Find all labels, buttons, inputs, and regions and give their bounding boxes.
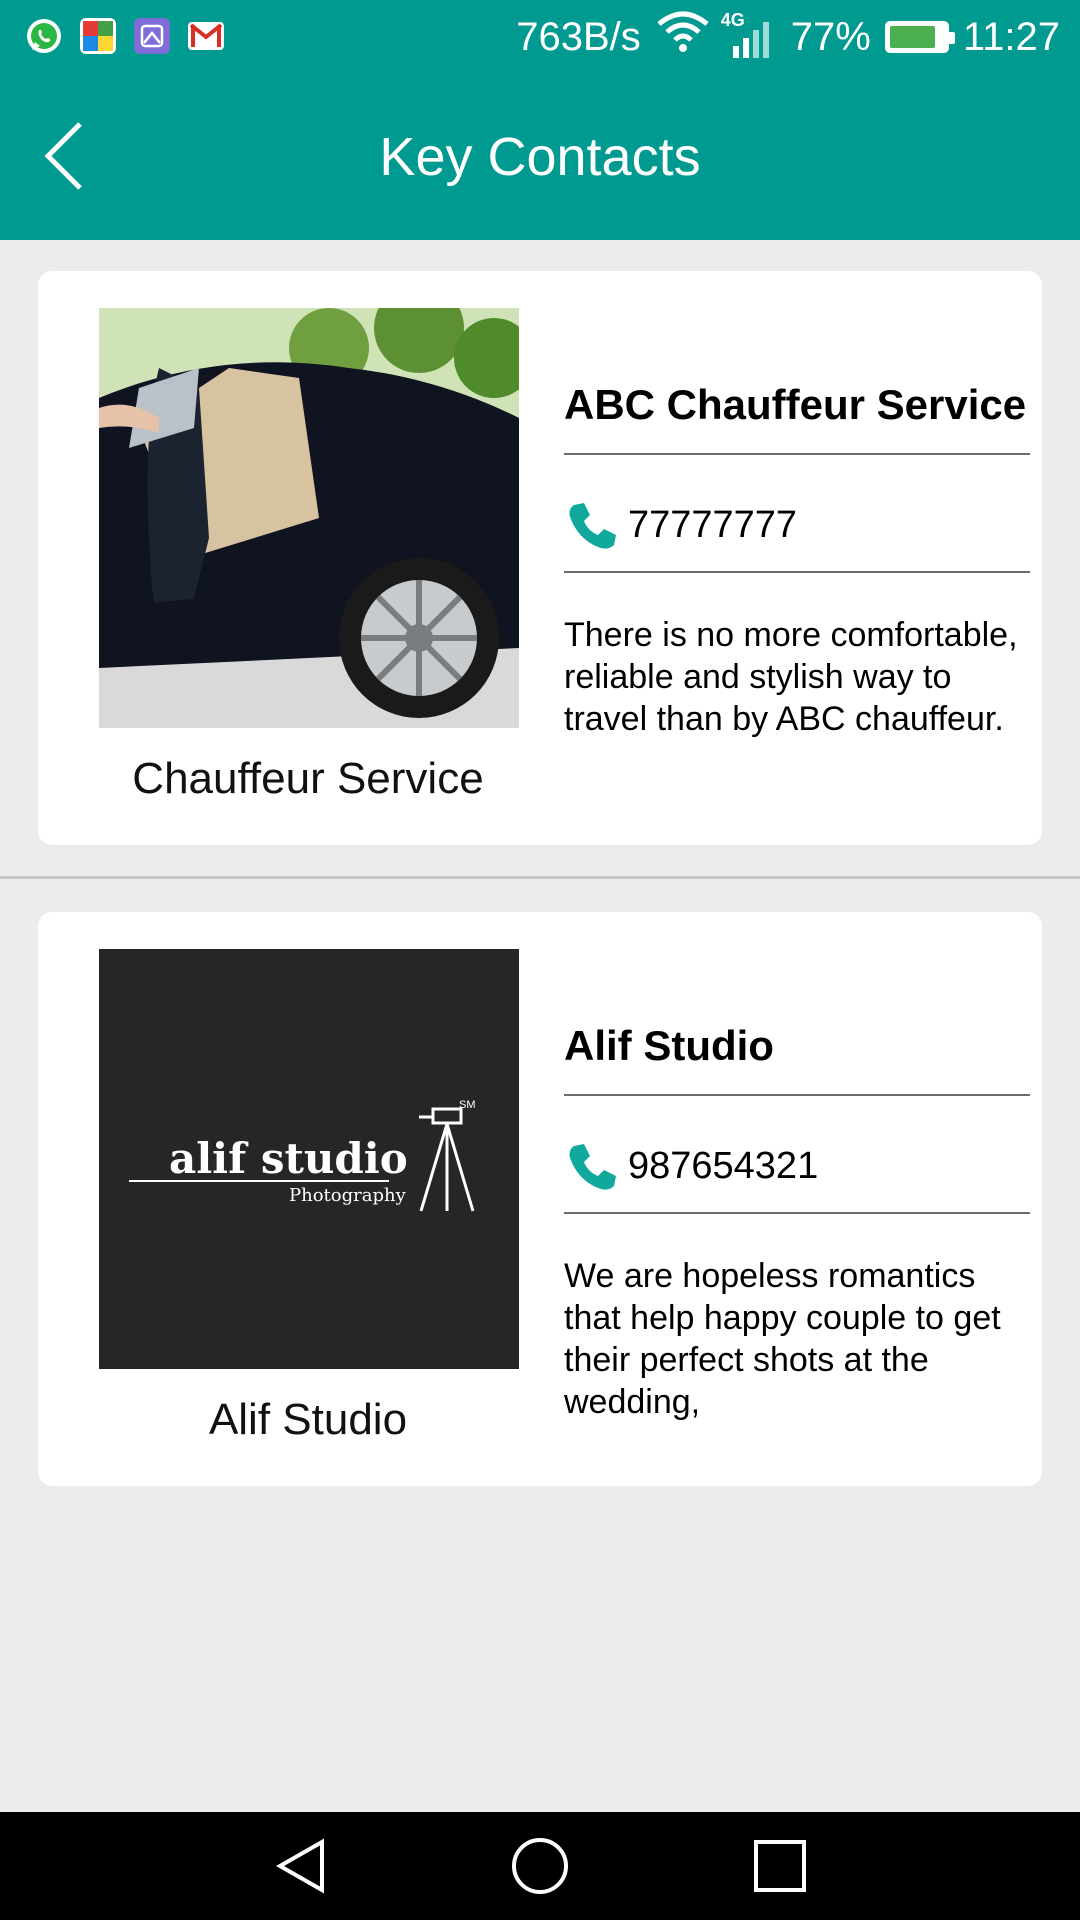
battery-level-fill [889, 26, 935, 48]
contact-description: We are hopeless romantics that help happ… [564, 1257, 1001, 1421]
contact-name: Alif Studio [564, 1022, 774, 1069]
logo-mark: SM [459, 1099, 476, 1111]
divider [564, 453, 1030, 455]
phone-number: 987654321 [628, 1144, 819, 1187]
page-title: Key Contacts [379, 127, 701, 187]
battery-percent: 77% [790, 14, 871, 59]
recents-square-icon [754, 1840, 806, 1892]
contact-card-alif-studio[interactable]: alif studio Photography SM Alif Studio A… [38, 912, 1042, 1486]
divider [564, 571, 1030, 573]
nav-back-button[interactable] [264, 1830, 336, 1902]
divider [564, 1212, 1030, 1214]
image-caption: Alif Studio [208, 1395, 408, 1444]
wifi-icon [655, 10, 711, 64]
chauffeur-car-image [99, 308, 519, 728]
net-speed: 763B/s [516, 14, 641, 59]
contact-name: ABC Chauffeur Service [564, 381, 1027, 428]
divider [564, 1094, 1030, 1096]
phone-link[interactable]: 77777777 [564, 497, 797, 553]
logo-text: alif studio [169, 1134, 408, 1183]
gallery-app-icon [132, 16, 172, 56]
clock: 11:27 [962, 14, 1060, 59]
phone-link[interactable]: 987654321 [564, 1138, 818, 1194]
image-caption: Chauffeur Service [132, 754, 484, 803]
contact-card-abc-chauffeur[interactable]: Chauffeur Service ABC Chauffeur Service … [38, 271, 1042, 845]
cellular-signal-icon: 4G [721, 10, 777, 60]
home-circle-icon [512, 1838, 568, 1894]
system-nav-bar [0, 1812, 1080, 1920]
gmail-icon [186, 16, 226, 56]
phone-number: 77777777 [628, 503, 798, 546]
battery-icon [884, 21, 955, 53]
phone-icon [569, 1144, 616, 1190]
contact-description: There is no more comfortable, reliable a… [564, 616, 1018, 738]
logo-subtext: Photography [289, 1185, 406, 1206]
alif-studio-logo-image: alif studio Photography SM [99, 949, 519, 1369]
status-right: 763B/s 4G 77% 11:27 [516, 10, 1060, 64]
nav-home-button[interactable] [504, 1830, 576, 1902]
notification-icons [24, 16, 226, 56]
list-divider [0, 876, 1080, 879]
nav-recents-button[interactable] [744, 1830, 816, 1902]
phone-icon [569, 503, 616, 549]
puzzle-app-icon [78, 16, 118, 56]
status-bar: 763B/s 4G 77% 11:27 [0, 0, 1080, 74]
whatsapp-icon [24, 16, 64, 56]
back-triangle-icon [275, 1838, 324, 1894]
app-bar: Key Contacts [0, 74, 1080, 240]
